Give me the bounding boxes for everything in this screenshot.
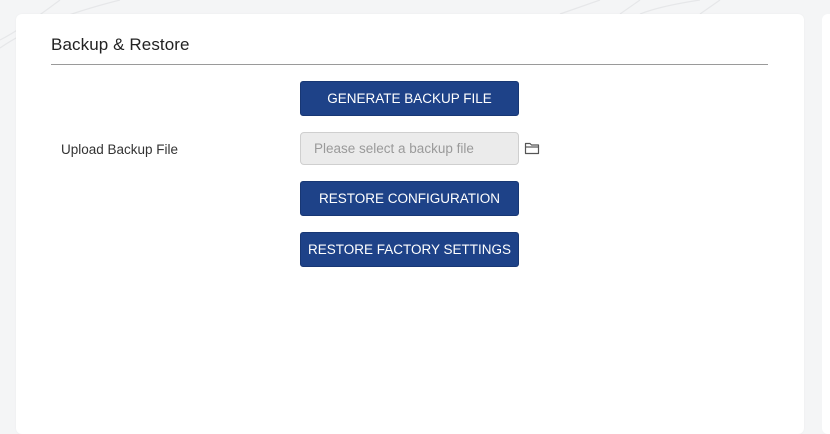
panel-title: Backup & Restore xyxy=(51,35,190,54)
backup-file-placeholder: Please select a backup file xyxy=(314,141,474,156)
generate-backup-button[interactable]: GENERATE BACKUP FILE xyxy=(300,81,519,116)
upload-backup-label: Upload Backup File xyxy=(61,142,179,157)
backup-restore-panel: Backup & Restore GENERATE BACKUP FILE Up… xyxy=(16,14,804,434)
title-divider xyxy=(51,64,768,65)
restore-configuration-button[interactable]: RESTORE CONFIGURATION xyxy=(300,181,519,216)
folder-icon[interactable] xyxy=(524,141,540,155)
restore-factory-settings-button[interactable]: RESTORE FACTORY SETTINGS xyxy=(300,232,519,267)
adjacent-panel-edge xyxy=(822,14,830,434)
backup-file-input[interactable]: Please select a backup file xyxy=(300,132,519,165)
